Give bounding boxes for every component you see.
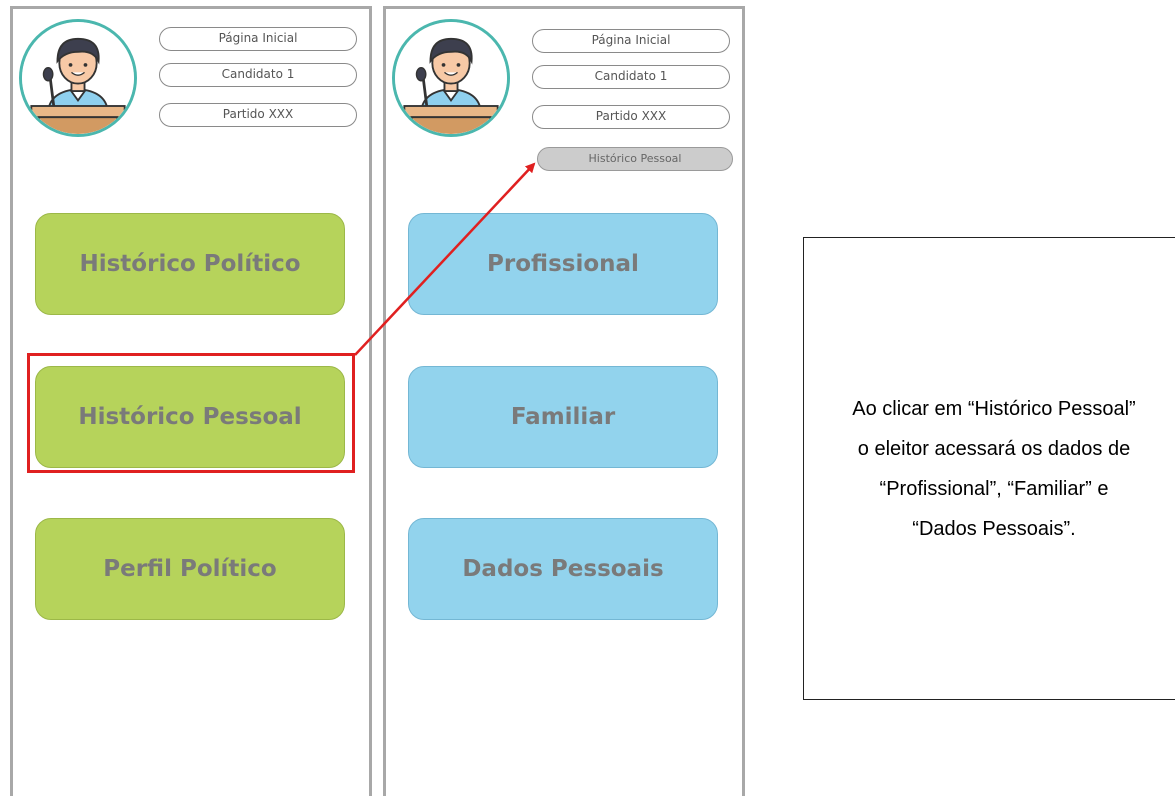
description-note: Ao clicar em “Histórico Pessoal” o eleit… <box>803 237 1175 700</box>
candidate-avatar-icon <box>392 19 510 137</box>
candidate-avatar-icon <box>19 19 137 137</box>
personal-history-button[interactable]: Histórico Pessoal <box>35 366 345 468</box>
family-button[interactable]: Familiar <box>408 366 718 468</box>
mockup-screen-main: Página Inicial Candidato 1 Partido XXX H… <box>10 6 372 796</box>
professional-button[interactable]: Profissional <box>408 213 718 315</box>
political-profile-button[interactable]: Perfil Político <box>35 518 345 620</box>
political-history-button[interactable]: Histórico Político <box>35 213 345 315</box>
nav-party-button[interactable]: Partido XXX <box>532 105 730 129</box>
speaker-icon <box>395 22 507 134</box>
speaker-icon <box>22 22 134 134</box>
mockup-screen-personal-history: Página Inicial Candidato 1 Partido XXX H… <box>383 6 745 796</box>
nav-home-button[interactable]: Página Inicial <box>532 29 730 53</box>
nav-candidate-button[interactable]: Candidato 1 <box>159 63 357 87</box>
nav-home-button[interactable]: Página Inicial <box>159 27 357 51</box>
nav-candidate-button[interactable]: Candidato 1 <box>532 65 730 89</box>
nav-current-personal-history[interactable]: Histórico Pessoal <box>537 147 733 171</box>
nav-party-button[interactable]: Partido XXX <box>159 103 357 127</box>
description-text: Ao clicar em “Histórico Pessoal” o eleit… <box>852 397 1136 540</box>
personal-data-button[interactable]: Dados Pessoais <box>408 518 718 620</box>
